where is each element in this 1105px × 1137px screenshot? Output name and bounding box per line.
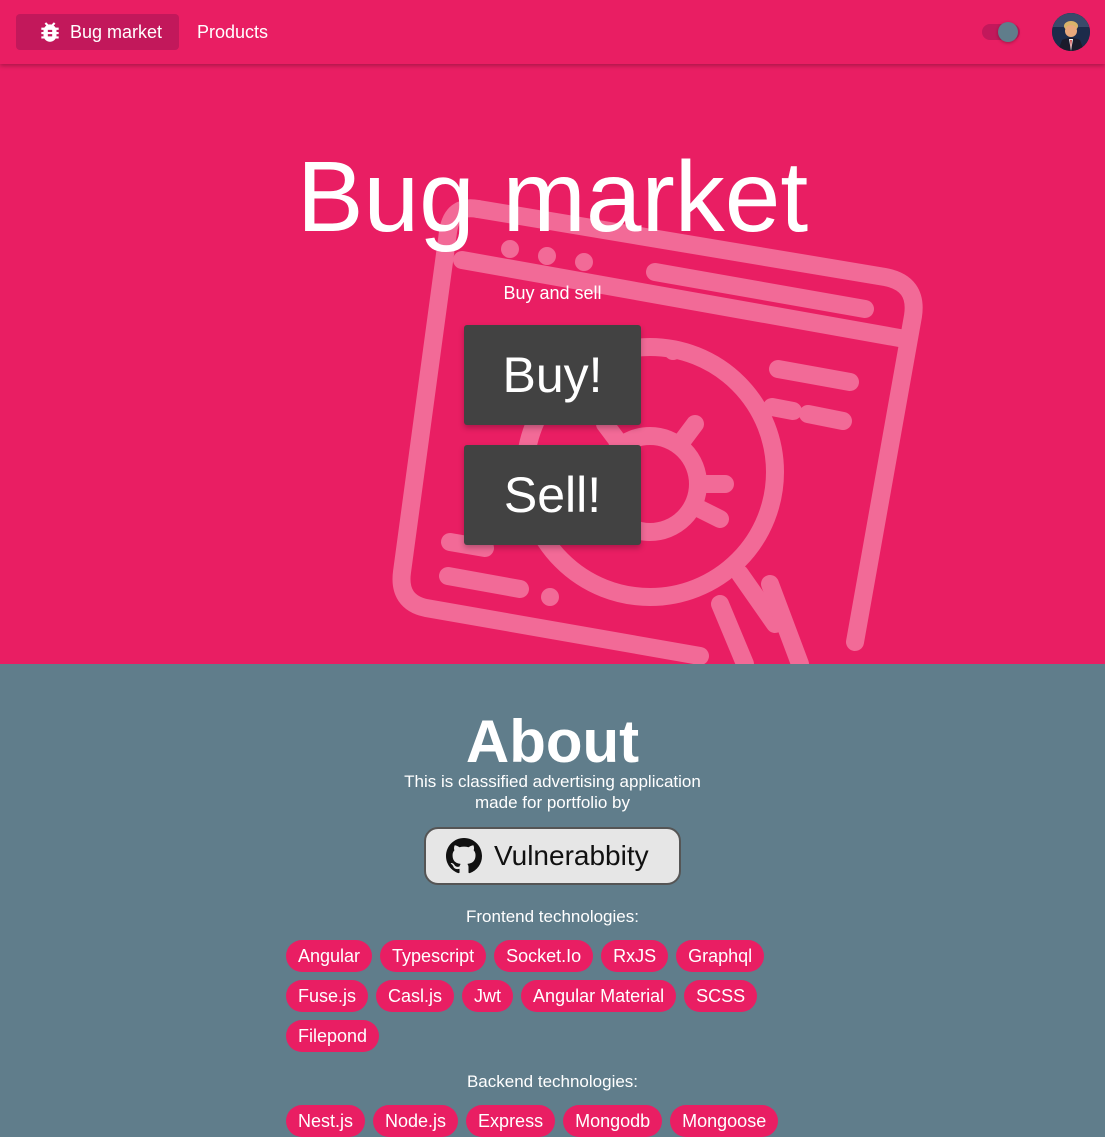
hero-title: Bug market	[296, 141, 809, 253]
about-section: About This is classified advertising app…	[0, 664, 1105, 1137]
moon-icon	[1022, 22, 1040, 42]
tech-chip[interactable]: Nest.js	[286, 1105, 366, 1137]
about-title: About	[465, 708, 640, 775]
github-icon	[446, 838, 482, 874]
bug-icon	[37, 19, 63, 45]
tech-chip[interactable]: Filepond	[286, 1020, 380, 1052]
top-toolbar: Bug market Products	[0, 0, 1105, 64]
about-text-line-1: This is classified advertising applicati…	[404, 772, 701, 791]
frontend-label: Frontend technologies:	[466, 907, 639, 926]
tech-chip[interactable]: SCSS	[684, 980, 758, 1012]
user-avatar[interactable]	[1052, 13, 1090, 51]
tech-chip[interactable]: Fuse.js	[286, 980, 369, 1012]
about-description: This is classified advertising applicati…	[0, 771, 1105, 813]
tech-chip[interactable]: Socket.Io	[494, 940, 594, 972]
brand-label: Bug market	[70, 21, 163, 42]
github-profile-button[interactable]: Vulnerabbity	[424, 827, 681, 885]
backend-chips-row-1: Nest.js Node.js Express Mongodb Mongoose	[286, 1105, 779, 1137]
frontend-chips-row-1: Angular Typescript Socket.Io RxJS Graphq…	[286, 940, 765, 972]
about-text-line-2: made for portfolio by	[475, 793, 630, 812]
tech-chip[interactable]: Node.js	[373, 1105, 459, 1137]
tech-chip[interactable]: Angular	[286, 940, 373, 972]
sell-button[interactable]: Sell!	[464, 445, 641, 545]
hero-section: Bug market Buy and sell Buy! Sell!	[0, 64, 1105, 664]
backend-label: Backend technologies:	[466, 1072, 639, 1091]
theme-toggle[interactable]	[982, 22, 1020, 42]
tech-chip[interactable]: Angular Material	[521, 980, 677, 1012]
tech-chip[interactable]: Graphql	[676, 940, 765, 972]
tech-chip[interactable]: Mongodb	[563, 1105, 663, 1137]
tech-chip[interactable]: Typescript	[380, 940, 487, 972]
tech-chip[interactable]: Express	[466, 1105, 556, 1137]
buy-button[interactable]: Buy!	[464, 325, 641, 425]
tech-chip[interactable]: RxJS	[601, 940, 669, 972]
nav-products-link[interactable]: Products	[181, 14, 284, 50]
tech-chip[interactable]: Jwt	[462, 980, 514, 1012]
tech-chip[interactable]: Casl.js	[376, 980, 455, 1012]
toggle-knob	[998, 22, 1018, 42]
hero-subtitle: Buy and sell	[503, 283, 602, 303]
frontend-chips-row-2: Fuse.js Casl.js Jwt Angular Material SCS…	[286, 980, 758, 1012]
frontend-chips-row-3: Filepond	[286, 1020, 380, 1052]
github-label: Vulnerabbity	[494, 840, 649, 871]
brand-home-button[interactable]: Bug market	[16, 14, 179, 50]
tech-chip[interactable]: Mongoose	[670, 1105, 779, 1137]
